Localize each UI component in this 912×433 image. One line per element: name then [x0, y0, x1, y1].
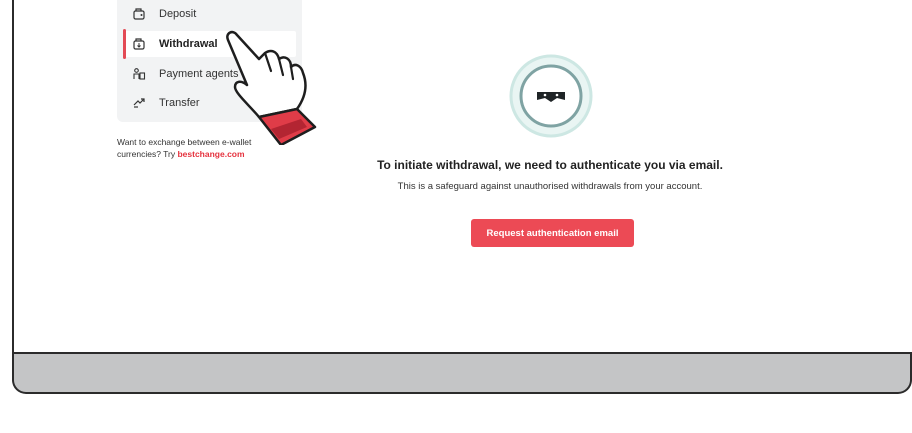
laptop-base	[12, 354, 912, 394]
request-authentication-email-button[interactable]: Request authentication email	[471, 219, 634, 247]
sidebar-item-label: Transfer	[159, 97, 200, 109]
sidebar-item-label: Deposit	[159, 8, 197, 20]
transfer-icon	[131, 95, 147, 111]
pointing-hand-icon	[226, 30, 317, 145]
withdrawal-icon	[131, 36, 147, 52]
bestchange-link[interactable]: bestchange.com	[177, 149, 244, 159]
page-subtitle: This is a safeguard against unauthorised…	[397, 181, 703, 192]
active-indicator	[123, 29, 126, 59]
page-title: To initiate withdrawal, we need to authe…	[377, 158, 723, 172]
sidebar-item-deposit[interactable]: Deposit	[117, 1, 297, 27]
deposit-icon	[131, 6, 147, 22]
authentication-icon	[509, 54, 593, 138]
payment-agent-icon	[131, 66, 147, 82]
sidebar-item-label: Withdrawal	[159, 38, 218, 50]
